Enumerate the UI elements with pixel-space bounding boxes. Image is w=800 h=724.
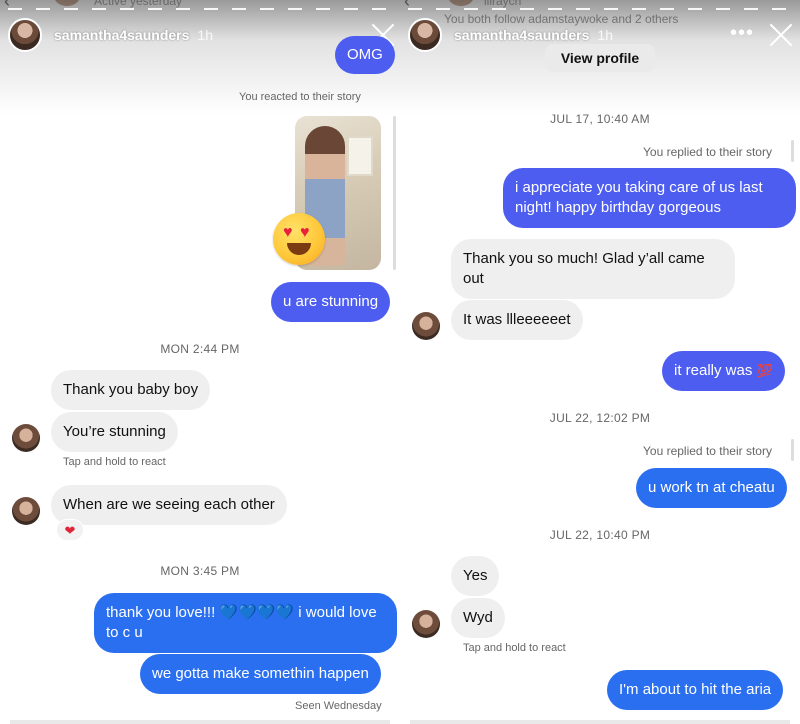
tap-hold-hint: Tap and hold to react (63, 456, 166, 468)
story-time: 1h (197, 27, 213, 43)
heart-eyes-emoji-icon: ♥ ♥ (273, 213, 325, 265)
message-bubble-outgoing[interactable]: thank you love!!! 💙💙💙💙 i would love to c… (94, 593, 397, 653)
avatar (54, 0, 80, 6)
story-user[interactable]: samantha4saunders 1h (8, 18, 213, 52)
message-bubble-outgoing[interactable]: i appreciate you taking care of us last … (503, 168, 796, 228)
avatar[interactable] (12, 497, 40, 525)
avatar (448, 0, 474, 6)
message-text: It was llleeeeeet (463, 311, 571, 328)
story-avatar[interactable] (408, 18, 442, 52)
message-text: thank you love!!! (106, 604, 216, 621)
message-text: You’re stunning (63, 423, 166, 440)
avatar[interactable] (12, 424, 40, 452)
story-avatar[interactable] (8, 18, 42, 52)
timestamp: JUL 22, 10:40 PM (549, 528, 651, 542)
message-bubble-incoming[interactable]: When are we seeing each other (51, 485, 287, 525)
story-username[interactable]: samantha4saunders (54, 27, 189, 43)
more-options-icon[interactable]: ••• (730, 23, 754, 43)
message-text: i appreciate you taking care of us last … (515, 179, 763, 216)
hundred-emoji: 💯 (756, 363, 773, 378)
header-name: lilraych (484, 0, 522, 8)
view-profile-button[interactable]: View profile (545, 44, 655, 72)
message-bubble-outgoing[interactable]: I'm about to hit the aria (607, 670, 784, 710)
message-text: Yes (463, 567, 488, 584)
heart-reaction-icon[interactable]: ❤ (56, 519, 84, 541)
message-bubble-outgoing[interactable]: u work tn at cheatu (636, 468, 787, 508)
blue-heart-emoji: 💙💙💙💙 (219, 604, 295, 621)
story-window-image (347, 136, 373, 176)
story-progress-bar (8, 8, 392, 10)
message-bubble-incoming[interactable]: Yes (451, 556, 500, 596)
tap-hold-hint: Tap and hold to react (463, 642, 566, 654)
message-text: we gotta make somethin happen (152, 665, 369, 682)
message-input[interactable] (10, 720, 390, 724)
story-progress-bar (408, 8, 792, 10)
back-arrow-icon[interactable]: ‹ (4, 0, 10, 12)
message-bubble-outgoing[interactable]: OMG (335, 36, 395, 74)
message-bubble-outgoing[interactable]: it really was 💯 (662, 351, 785, 391)
message-text: it really was (674, 362, 753, 379)
back-arrow-icon[interactable]: ‹ (404, 0, 410, 12)
scrollbar (791, 140, 794, 162)
timestamp: MON 2:44 PM (160, 342, 240, 356)
timestamp: JUL 17, 10:40 AM (550, 112, 650, 126)
avatar[interactable] (412, 312, 440, 340)
message-bubble-incoming[interactable]: Thank you baby boy (51, 370, 211, 410)
seen-status: Seen Wednesday (295, 700, 382, 712)
message-text: Thank you baby boy (63, 381, 199, 398)
timestamp: MON 3:45 PM (160, 564, 240, 578)
reacted-to-story-label: You reacted to their story (239, 91, 361, 103)
message-text: When are we seeing each other (63, 496, 275, 513)
message-bubble-outgoing[interactable]: u are stunning (271, 282, 391, 322)
scrollbar (791, 439, 794, 461)
message-text: OMG (347, 46, 383, 63)
message-text: Thank you so much! Glad y’all came out (463, 250, 705, 287)
left-story-dm-panel: ‹ Active yesterday samantha4saunders 1h … (0, 0, 400, 724)
close-icon[interactable] (768, 22, 794, 48)
message-bubble-incoming[interactable]: It was llleeeeeet (451, 300, 583, 340)
message-bubble-outgoing[interactable]: we gotta make somethin happen (140, 654, 381, 694)
message-text: I'm about to hit the aria (619, 681, 772, 698)
message-text: Wyd (463, 609, 493, 626)
story-time: 1h (597, 27, 613, 43)
avatar[interactable] (412, 610, 440, 638)
message-bubble-incoming[interactable]: You’re stunning (51, 412, 178, 452)
scrollbar (393, 116, 396, 270)
timestamp: JUL 22, 12:02 PM (549, 411, 651, 425)
message-text: u are stunning (283, 293, 379, 310)
message-input[interactable] (410, 720, 790, 724)
message-bubble-incoming[interactable]: Wyd (451, 598, 505, 638)
active-status: Active yesterday (94, 0, 183, 8)
replied-to-story-label: You replied to their story (643, 444, 772, 458)
right-story-dm-panel: ‹ lilraych You both follow adamstaywoke … (400, 0, 800, 724)
story-username[interactable]: samantha4saunders (454, 27, 589, 43)
message-bubble-incoming[interactable]: Thank you so much! Glad y’all came out (451, 239, 735, 299)
replied-to-story-label: You replied to their story (643, 145, 772, 159)
message-text: u work tn at cheatu (648, 479, 775, 496)
